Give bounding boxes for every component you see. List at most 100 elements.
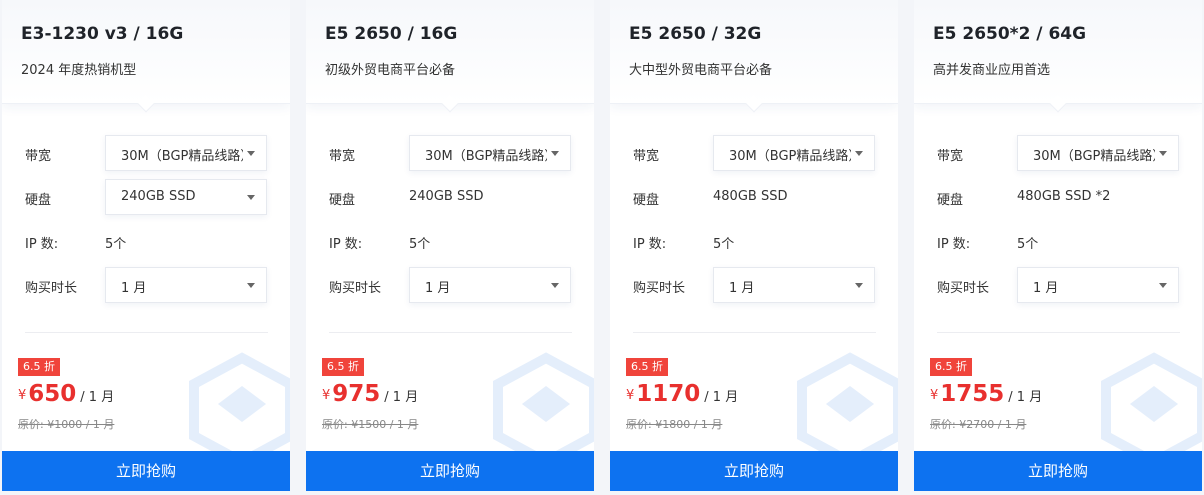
disk-value: 480GB SSD *2 [1017, 189, 1111, 204]
duration-label: 购买时长 [937, 281, 990, 296]
price-amount: 1170 [636, 381, 701, 407]
chevron-down-icon [855, 151, 863, 156]
original-price: 原价: ¥1000 / 1 月 [18, 418, 115, 431]
bandwidth-label: 带宽 [25, 149, 52, 164]
duration-select-value: 1 月 [729, 281, 755, 296]
disk-value: 240GB SSD [409, 189, 484, 204]
discount-badge: 6.5 折 [626, 358, 668, 376]
card-subtitle: 高并发商业应用首选 [933, 63, 1051, 78]
price-unit: / 1 月 [384, 390, 419, 405]
chevron-down-icon [1159, 151, 1167, 156]
buy-now-button[interactable]: 立即抢购 [2, 451, 290, 491]
duration-select[interactable]: 1 月 [105, 267, 267, 303]
currency-symbol: ¥ [930, 388, 939, 403]
duration-select[interactable]: 1 月 [409, 267, 571, 303]
price-unit: / 1 月 [704, 390, 739, 405]
duration-select-value: 1 月 [425, 281, 451, 296]
buy-now-button[interactable]: 立即抢购 [306, 451, 594, 491]
duration-select[interactable]: 1 月 [1017, 267, 1179, 303]
disk-label: 硬盘 [633, 193, 660, 208]
price-unit: / 1 月 [1008, 390, 1043, 405]
ip-label: IP 数: [329, 237, 363, 252]
bandwidth-label: 带宽 [937, 149, 964, 164]
bandwidth-select-value: 30M（BGP精品线路） [121, 149, 243, 164]
hexagon-cube-icon [189, 352, 290, 460]
disk-label: 硬盘 [25, 193, 52, 208]
chevron-down-icon [247, 151, 255, 156]
original-price: 原价: ¥1500 / 1 月 [322, 418, 419, 431]
duration-label: 购买时长 [25, 281, 78, 296]
chevron-down-icon [551, 283, 559, 288]
chevron-down-icon [551, 151, 559, 156]
card-title: E3-1230 v3 / 16G [21, 24, 184, 44]
buy-now-button[interactable]: 立即抢购 [914, 451, 1202, 491]
price: ¥975/ 1 月 [322, 381, 418, 407]
duration-label: 购买时长 [633, 281, 686, 296]
hexagon-cube-icon [797, 352, 898, 460]
card-header [914, 0, 1202, 104]
bandwidth-select[interactable]: 30M（BGP精品线路） [1017, 135, 1179, 171]
bandwidth-select[interactable]: 30M（BGP精品线路） [409, 135, 571, 171]
duration-select-value: 1 月 [121, 281, 147, 296]
card-header [2, 0, 290, 104]
chevron-down-icon [247, 195, 255, 200]
bandwidth-select-value: 30M（BGP精品线路） [1033, 149, 1155, 164]
duration-label: 购买时长 [329, 281, 382, 296]
duration-select-value: 1 月 [1033, 281, 1059, 296]
chevron-down-icon [1159, 283, 1167, 288]
original-price: 原价: ¥1800 / 1 月 [626, 418, 723, 431]
disk-label: 硬盘 [937, 193, 964, 208]
divider [633, 332, 876, 333]
hexagon-cube-icon [493, 352, 594, 460]
card-subtitle: 2024 年度热销机型 [21, 63, 137, 78]
currency-symbol: ¥ [626, 388, 635, 403]
ip-value: 5个 [105, 237, 127, 252]
duration-select[interactable]: 1 月 [713, 267, 875, 303]
product-card: E3-1230 v3 / 16G 2024 年度热销机型 带宽 30M（BGP精… [2, 0, 290, 491]
disk-value: 480GB SSD [713, 189, 788, 204]
ip-label: IP 数: [25, 237, 59, 252]
bandwidth-select[interactable]: 30M（BGP精品线路） [105, 135, 267, 171]
disk-select-value: 240GB SSD [121, 189, 196, 204]
card-header [306, 0, 594, 104]
original-price: 原价: ¥2700 / 1 月 [930, 418, 1027, 431]
price: ¥1170/ 1 月 [626, 381, 738, 407]
card-subtitle: 大中型外贸电商平台必备 [629, 63, 773, 78]
chevron-down-icon [855, 283, 863, 288]
price-amount: 1755 [940, 381, 1005, 407]
product-card: E5 2650 / 16G 初级外贸电商平台必备 带宽 30M（BGP精品线路）… [306, 0, 594, 491]
disk-select[interactable]: 240GB SSD [105, 179, 267, 215]
currency-symbol: ¥ [322, 388, 331, 403]
bandwidth-select-value: 30M（BGP精品线路） [425, 149, 547, 164]
card-title: E5 2650 / 32G [629, 24, 762, 44]
ip-value: 5个 [409, 237, 431, 252]
bandwidth-label: 带宽 [329, 149, 356, 164]
card-header [610, 0, 898, 104]
bandwidth-select[interactable]: 30M（BGP精品线路） [713, 135, 875, 171]
ip-value: 5个 [1017, 237, 1039, 252]
buy-now-button[interactable]: 立即抢购 [610, 451, 898, 491]
price: ¥1755/ 1 月 [930, 381, 1042, 407]
card-title: E5 2650*2 / 64G [933, 24, 1087, 44]
bandwidth-label: 带宽 [633, 149, 660, 164]
discount-badge: 6.5 折 [930, 358, 972, 376]
currency-symbol: ¥ [18, 388, 27, 403]
disk-label: 硬盘 [329, 193, 356, 208]
hexagon-cube-icon [1101, 352, 1202, 460]
discount-badge: 6.5 折 [18, 358, 60, 376]
bandwidth-select-value: 30M（BGP精品线路） [729, 149, 851, 164]
ip-label: IP 数: [937, 237, 971, 252]
divider [937, 332, 1180, 333]
card-subtitle: 初级外贸电商平台必备 [325, 63, 456, 78]
discount-badge: 6.5 折 [322, 358, 364, 376]
product-card: E5 2650 / 32G 大中型外贸电商平台必备 带宽 30M（BGP精品线路… [610, 0, 898, 491]
ip-label: IP 数: [633, 237, 667, 252]
product-card: E5 2650*2 / 64G 高并发商业应用首选 带宽 30M（BGP精品线路… [914, 0, 1202, 491]
price-unit: / 1 月 [80, 390, 115, 405]
chevron-down-icon [247, 283, 255, 288]
divider [329, 332, 572, 333]
price: ¥650/ 1 月 [18, 381, 114, 407]
card-title: E5 2650 / 16G [325, 24, 458, 44]
price-amount: 650 [28, 381, 77, 407]
price-amount: 975 [332, 381, 381, 407]
